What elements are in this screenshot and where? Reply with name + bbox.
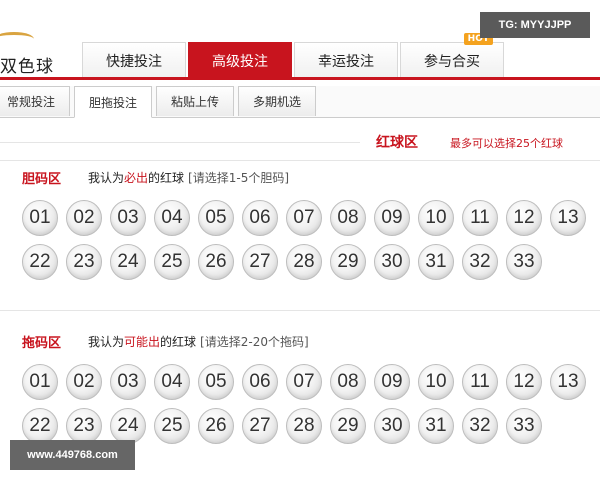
red-ball[interactable]: 12 xyxy=(506,200,542,236)
red-ball[interactable]: 33 xyxy=(506,244,542,280)
red-ball[interactable]: 30 xyxy=(374,244,410,280)
red-ball[interactable]: 04 xyxy=(154,364,190,400)
red-ball[interactable]: 31 xyxy=(418,244,454,280)
red-ball[interactable]: 13 xyxy=(550,364,586,400)
red-ball[interactable]: 29 xyxy=(330,408,366,444)
tuo-zone: 拖码区 我认为可能出的红球 [请选择2-20个拖码] 01 02 03 04 05… xyxy=(0,330,600,450)
red-ball[interactable]: 05 xyxy=(198,200,234,236)
logo-arc xyxy=(0,32,34,46)
subtab-multi-period[interactable]: 多期机选 xyxy=(238,86,317,116)
main-tabs: 快捷投注 高级投注 幸运投注 参与合买 HOT xyxy=(82,33,506,78)
logo-text: 双色球 xyxy=(0,57,54,77)
dan-desc-hint: [请选择1-5个胆码] xyxy=(188,171,290,185)
tab-quick-bet[interactable]: 快捷投注 xyxy=(82,42,186,78)
red-ball[interactable]: 10 xyxy=(418,364,454,400)
subtab-dantuo[interactable]: 胆拖投注 xyxy=(74,86,153,118)
red-ball[interactable]: 29 xyxy=(330,244,366,280)
red-ball[interactable]: 02 xyxy=(66,200,102,236)
section-divider xyxy=(0,310,600,311)
tuo-zone-label: 拖码区 xyxy=(22,336,62,351)
red-ball[interactable]: 33 xyxy=(506,408,542,444)
red-ball[interactable]: 11 xyxy=(462,364,498,400)
red-ball[interactable]: 06 xyxy=(242,200,278,236)
red-ball[interactable]: 23 xyxy=(66,244,102,280)
red-ball-header: 红球区 最多可以选择25个红球 xyxy=(0,128,600,160)
red-ball[interactable]: 22 xyxy=(22,244,58,280)
red-ball[interactable]: 25 xyxy=(154,244,190,280)
red-ball[interactable]: 23 xyxy=(66,408,102,444)
red-ball[interactable]: 13 xyxy=(550,200,586,236)
top-divider xyxy=(0,77,600,80)
tuo-desc-suffix: 的红球 xyxy=(160,335,197,349)
red-ball[interactable]: 04 xyxy=(154,200,190,236)
tuo-ball-row: 01 02 03 04 05 06 07 08 09 10 11 12 13 xyxy=(22,364,600,404)
red-ball-title: 红球区 xyxy=(376,135,418,151)
tab-lucky-bet[interactable]: 幸运投注 xyxy=(294,42,398,78)
watermark-bottom: www.449768.com xyxy=(10,440,135,470)
red-ball[interactable]: 28 xyxy=(286,408,322,444)
red-ball[interactable]: 24 xyxy=(110,408,146,444)
red-ball[interactable]: 31 xyxy=(418,408,454,444)
tuo-zone-description: 我认为可能出的红球 [请选择2-20个拖码] xyxy=(88,333,309,350)
red-ball[interactable]: 12 xyxy=(506,364,542,400)
tuo-desc-prefix: 我认为 xyxy=(88,335,125,349)
dan-desc-suffix: 的红球 xyxy=(148,171,185,185)
section-divider xyxy=(0,160,600,161)
red-ball[interactable]: 08 xyxy=(330,364,366,400)
red-ball[interactable]: 09 xyxy=(374,200,410,236)
tab-group-buy-label: 参与合买 xyxy=(424,53,480,70)
dan-ball-grid: 01 02 03 04 05 06 07 08 09 10 11 12 13 2… xyxy=(22,200,600,288)
header-line xyxy=(0,142,360,143)
tuo-ball-grid: 01 02 03 04 05 06 07 08 09 10 11 12 13 2… xyxy=(22,364,600,452)
red-ball[interactable]: 27 xyxy=(242,408,278,444)
red-ball[interactable]: 26 xyxy=(198,408,234,444)
red-ball[interactable]: 02 xyxy=(66,364,102,400)
red-ball[interactable]: 01 xyxy=(22,200,58,236)
red-ball[interactable]: 32 xyxy=(462,408,498,444)
dan-zone: 胆码区 我认为必出的红球 [请选择1-5个胆码] 01 02 03 04 05 0… xyxy=(0,166,600,296)
dan-ball-row: 01 02 03 04 05 06 07 08 09 10 11 12 13 xyxy=(22,200,600,240)
red-ball[interactable]: 07 xyxy=(286,200,322,236)
red-ball[interactable]: 27 xyxy=(242,244,278,280)
tuo-desc-hint: [请选择2-20个拖码] xyxy=(200,335,309,349)
dan-desc-prefix: 我认为 xyxy=(88,171,125,185)
red-ball[interactable]: 06 xyxy=(242,364,278,400)
tuo-desc-highlight: 可能出 xyxy=(124,335,161,349)
dan-ball-row: 22 23 24 25 26 27 28 29 30 31 32 33 xyxy=(22,244,600,284)
dan-desc-highlight: 必出 xyxy=(124,171,149,185)
red-ball[interactable]: 01 xyxy=(22,364,58,400)
red-ball[interactable]: 09 xyxy=(374,364,410,400)
sub-tab-bar: 常规投注 胆拖投注 粘贴上传 多期机选 xyxy=(0,86,600,118)
watermark-top: TG: MYYJJPP xyxy=(480,12,590,38)
dan-zone-description: 我认为必出的红球 [请选择1-5个胆码] xyxy=(88,169,289,186)
dan-zone-label: 胆码区 xyxy=(22,172,62,187)
red-ball[interactable]: 30 xyxy=(374,408,410,444)
red-ball[interactable]: 25 xyxy=(154,408,190,444)
red-ball[interactable]: 24 xyxy=(110,244,146,280)
red-ball-limit-note: 最多可以选择25个红球 xyxy=(450,137,563,150)
red-ball[interactable]: 05 xyxy=(198,364,234,400)
red-ball[interactable]: 03 xyxy=(110,200,146,236)
subtab-paste-upload[interactable]: 粘贴上传 xyxy=(156,86,235,116)
subtab-regular[interactable]: 常规投注 xyxy=(0,86,71,116)
red-ball[interactable]: 11 xyxy=(462,200,498,236)
red-ball[interactable]: 03 xyxy=(110,364,146,400)
red-ball[interactable]: 22 xyxy=(22,408,58,444)
tab-advanced-bet[interactable]: 高级投注 xyxy=(188,42,292,78)
sub-tabs: 常规投注 胆拖投注 粘贴上传 多期机选 xyxy=(0,86,320,118)
red-ball[interactable]: 28 xyxy=(286,244,322,280)
red-ball[interactable]: 32 xyxy=(462,244,498,280)
tab-group-buy[interactable]: 参与合买 HOT xyxy=(400,33,504,78)
red-ball[interactable]: 07 xyxy=(286,364,322,400)
red-ball[interactable]: 10 xyxy=(418,200,454,236)
red-ball[interactable]: 08 xyxy=(330,200,366,236)
red-ball[interactable]: 26 xyxy=(198,244,234,280)
